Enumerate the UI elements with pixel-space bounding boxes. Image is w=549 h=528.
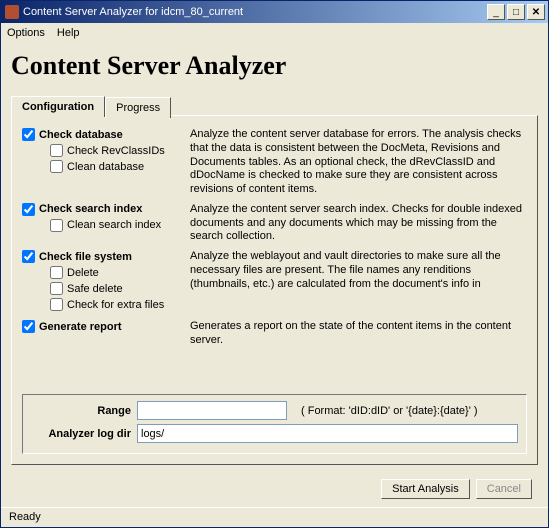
window-title: Content Server Analyzer for idcm_80_curr…: [23, 6, 487, 18]
check-revclassids[interactable]: Check RevClassIDs: [50, 144, 190, 157]
button-row: Start Analysis Cancel: [11, 465, 538, 505]
check-extra-files[interactable]: Check for extra files: [50, 298, 190, 311]
fields-box: Range ( Format: 'dID:dID' or '{date}:{da…: [22, 394, 527, 454]
check-file-system-desc: Analyze the weblayout and vault director…: [190, 250, 527, 291]
clean-database[interactable]: Clean database: [50, 160, 190, 173]
range-row: Range ( Format: 'dID:dID' or '{date}:{da…: [31, 401, 518, 420]
check-search-index-desc: Analyze the content server search index.…: [190, 203, 527, 244]
safe-delete[interactable]: Safe delete: [50, 282, 190, 295]
check-search-index-box[interactable]: [22, 203, 35, 216]
clean-database-box[interactable]: [50, 160, 63, 173]
tab-bar: Configuration Progress: [11, 95, 538, 116]
app-icon: [5, 5, 19, 19]
content-area: Content Server Analyzer Configuration Pr…: [1, 43, 548, 507]
logdir-label: Analyzer log dir: [31, 428, 131, 440]
clean-search-index-label: Clean search index: [67, 219, 161, 231]
minimize-icon: _: [493, 7, 499, 18]
minimize-button[interactable]: _: [487, 4, 505, 20]
check-revclassids-label: Check RevClassIDs: [67, 145, 165, 157]
logdir-input[interactable]: [137, 424, 518, 443]
check-extra-files-box[interactable]: [50, 298, 63, 311]
close-icon: ✕: [532, 7, 540, 18]
logdir-row: Analyzer log dir: [31, 424, 518, 443]
check-search-index-label: Check search index: [39, 203, 142, 215]
tab-progress[interactable]: Progress: [105, 97, 171, 118]
check-extra-files-label: Check for extra files: [67, 299, 164, 311]
check-revclassids-box[interactable]: [50, 144, 63, 157]
check-database-label: Check database: [39, 129, 123, 141]
generate-report-box[interactable]: [22, 320, 35, 333]
row-generate-report: Generate report Generates a report on th…: [22, 320, 527, 348]
cancel-button: Cancel: [476, 479, 532, 499]
options-list: Check database Check RevClassIDs Clean d…: [22, 128, 527, 390]
configuration-panel: Check database Check RevClassIDs Clean d…: [11, 115, 538, 465]
maximize-icon: □: [513, 7, 519, 18]
row-check-search-index: Check search index Clean search index An…: [22, 203, 527, 244]
menu-help[interactable]: Help: [57, 27, 80, 39]
delete-label: Delete: [67, 267, 99, 279]
close-button[interactable]: ✕: [527, 4, 545, 20]
status-text: Ready: [9, 511, 41, 523]
range-input[interactable]: [137, 401, 287, 420]
check-file-system-label: Check file system: [39, 251, 132, 263]
check-file-system-box[interactable]: [22, 250, 35, 263]
start-analysis-button[interactable]: Start Analysis: [381, 479, 470, 499]
generate-report-desc: Generates a report on the state of the c…: [190, 320, 527, 348]
check-database-desc: Analyze the content server database for …: [190, 128, 527, 197]
check-database[interactable]: Check database: [22, 128, 190, 141]
statusbar: Ready: [1, 507, 548, 527]
tab-configuration[interactable]: Configuration: [11, 96, 105, 117]
range-format-hint: ( Format: 'dID:dID' or '{date}:{date}' ): [301, 405, 478, 417]
generate-report[interactable]: Generate report: [22, 320, 190, 333]
check-database-box[interactable]: [22, 128, 35, 141]
range-label: Range: [31, 405, 131, 417]
menubar: Options Help: [1, 23, 548, 43]
row-check-file-system: Check file system Delete Safe delete: [22, 250, 527, 314]
generate-report-label: Generate report: [39, 321, 122, 333]
titlebar: Content Server Analyzer for idcm_80_curr…: [1, 1, 548, 23]
delete[interactable]: Delete: [50, 266, 190, 279]
check-search-index[interactable]: Check search index: [22, 203, 190, 216]
clean-search-index-box[interactable]: [50, 219, 63, 232]
check-file-system[interactable]: Check file system: [22, 250, 190, 263]
menu-options[interactable]: Options: [7, 27, 45, 39]
delete-box[interactable]: [50, 266, 63, 279]
safe-delete-label: Safe delete: [67, 283, 123, 295]
clean-search-index[interactable]: Clean search index: [50, 219, 190, 232]
safe-delete-box[interactable]: [50, 282, 63, 295]
page-title: Content Server Analyzer: [11, 51, 538, 81]
clean-database-label: Clean database: [67, 161, 144, 173]
row-check-database: Check database Check RevClassIDs Clean d…: [22, 128, 527, 197]
app-window: Content Server Analyzer for idcm_80_curr…: [0, 0, 549, 528]
maximize-button[interactable]: □: [507, 4, 525, 20]
